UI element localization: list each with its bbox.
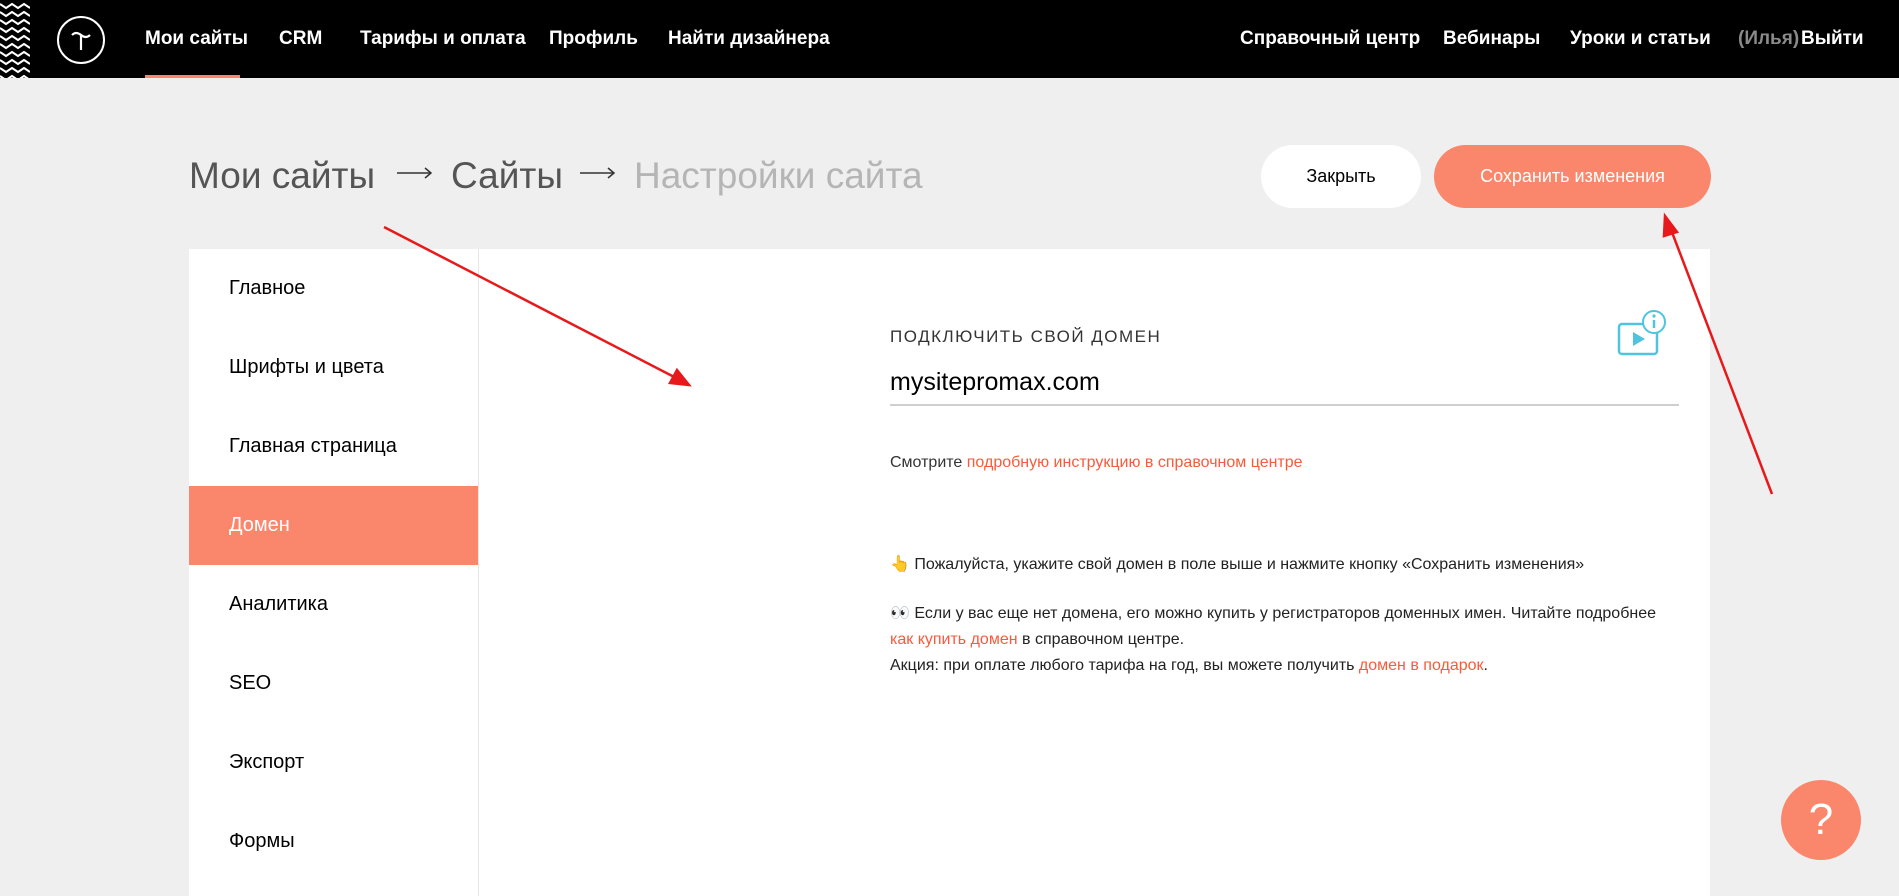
pointing-up-icon: 👆 <box>890 556 910 573</box>
annotation-arrowhead <box>1662 212 1680 238</box>
domain-note: 👆 Пожалуйста, укажите свой домен в поле … <box>890 554 1584 574</box>
settings-panel: Главное Шрифты и цвета Главная страница … <box>189 249 1710 896</box>
instructions-link[interactable]: подробную инструкцию в справочном центре <box>967 454 1303 471</box>
sidebar-item-general[interactable]: Главное <box>189 249 478 328</box>
nav-profile[interactable]: Профиль <box>549 28 638 50</box>
eyes-icon: 👀 <box>890 605 910 622</box>
buy-domain-suffix: в справочном центре. <box>1017 631 1185 648</box>
nav-help-center[interactable]: Справочный центр <box>1240 28 1420 50</box>
nav-lessons[interactable]: Уроки и статьи <box>1570 28 1711 50</box>
free-domain-link[interactable]: домен в подарок <box>1359 657 1484 674</box>
sidebar-item-forms[interactable]: Формы <box>189 802 478 881</box>
help-button[interactable]: ? <box>1781 780 1861 860</box>
domain-field-label: ПОДКЛЮЧИТЬ СВОЙ ДОМЕН <box>890 327 1162 346</box>
help-hint: Смотрите подробную инструкцию в справочн… <box>890 454 1303 472</box>
sidebar-item-export[interactable]: Экспорт <box>189 723 478 802</box>
arrow-right-icon <box>580 167 616 179</box>
user-name: (Илья) <box>1738 28 1800 49</box>
breadcrumb-sites[interactable]: Сайты <box>451 155 563 197</box>
domain-settings-content: ПОДКЛЮЧИТЬ СВОЙ ДОМЕН Смотрите подробную… <box>479 249 1710 896</box>
zigzag-pattern-icon <box>0 2 30 78</box>
nav-active-indicator <box>145 75 240 78</box>
buy-domain-note: 👀 Если у вас еще нет домена, его можно к… <box>890 601 1690 679</box>
how-to-buy-domain-link[interactable]: как купить домен <box>890 631 1018 648</box>
arrow-right-icon <box>397 167 433 179</box>
promo-text: Акция: при оплате любого тарифа на год, … <box>890 657 1359 674</box>
save-changes-button[interactable]: Сохранить изменения <box>1434 145 1711 208</box>
domain-input[interactable] <box>890 361 1679 406</box>
video-info-icon[interactable] <box>1617 308 1669 358</box>
sidebar-item-analytics[interactable]: Аналитика <box>189 565 478 644</box>
settings-sidebar: Главное Шрифты и цвета Главная страница … <box>189 249 479 896</box>
nav-webinars[interactable]: Вебинары <box>1443 28 1540 50</box>
tilda-logo-icon[interactable] <box>57 16 105 64</box>
nav-logout[interactable]: Выйти <box>1801 28 1864 50</box>
nav-my-sites[interactable]: Мои сайты <box>145 28 248 50</box>
promo-end: . <box>1483 657 1488 674</box>
breadcrumb-my-sites[interactable]: Мои сайты <box>189 155 375 197</box>
nav-crm[interactable]: CRM <box>279 28 322 50</box>
sidebar-item-home-page[interactable]: Главная страница <box>189 407 478 486</box>
top-navigation-bar: Мои сайты CRM Тарифы и оплата Профиль На… <box>0 0 1899 78</box>
nav-tariffs[interactable]: Тарифы и оплата <box>360 28 526 50</box>
buy-domain-text: Если у вас еще нет домена, его можно куп… <box>914 605 1656 622</box>
domain-note-text: Пожалуйста, укажите свой домен в поле вы… <box>914 556 1585 573</box>
sidebar-item-seo[interactable]: SEO <box>189 644 478 723</box>
sidebar-item-fonts-colors[interactable]: Шрифты и цвета <box>189 328 478 407</box>
hint-prefix: Смотрите <box>890 454 967 471</box>
sidebar-item-domain[interactable]: Домен <box>189 486 478 565</box>
breadcrumb-current: Настройки сайта <box>634 155 923 196</box>
close-button[interactable]: Закрыть <box>1261 145 1421 208</box>
nav-find-designer[interactable]: Найти дизайнера <box>668 28 830 50</box>
